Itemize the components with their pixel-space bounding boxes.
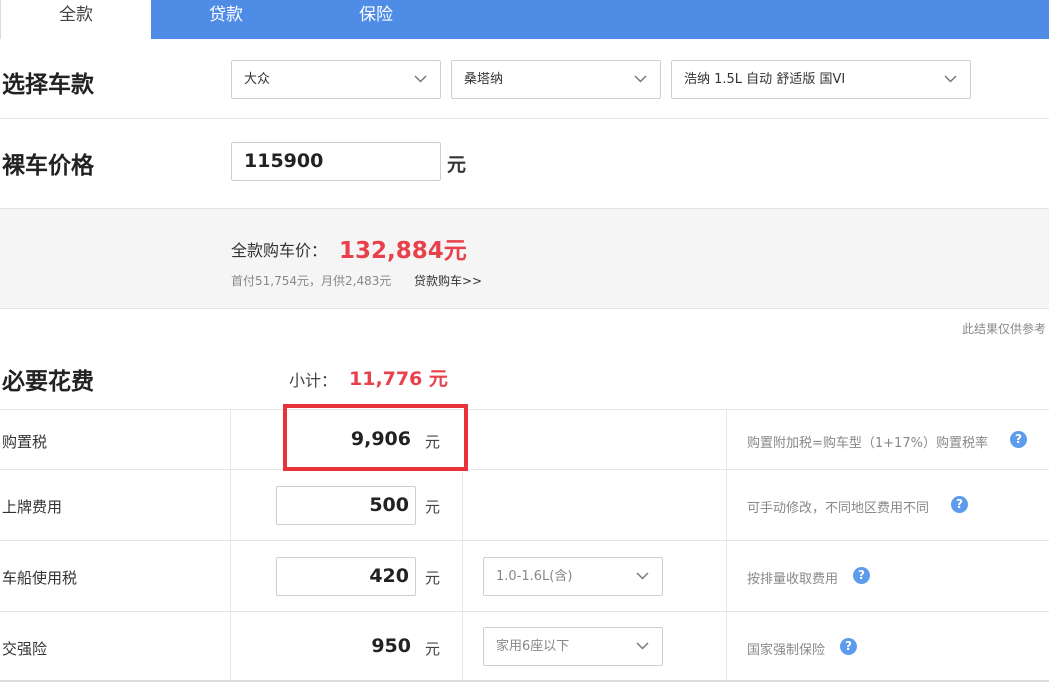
column-divider	[462, 469, 463, 681]
full-price-summary: 全款购车价： 132,884元 首付51,754元，月供2,483元 贷款购车>…	[0, 208, 1049, 309]
chevron-down-icon	[414, 72, 427, 85]
series-select[interactable]: 桑塔纳	[451, 60, 661, 99]
table-row-label: 车船使用税	[2, 569, 78, 587]
reference-note: 此结果仅供参考	[961, 322, 1046, 336]
vehicle-tax-unit: 元	[425, 569, 441, 587]
subtotal-label: 小计：	[289, 371, 338, 390]
divider	[0, 118, 1049, 119]
tab-full-payment[interactable]: 全款	[0, 0, 151, 39]
seat-type-select-value: 家用6座以下	[496, 639, 570, 654]
compulsory-insurance-hint: 国家强制保险	[747, 643, 826, 658]
compulsory-insurance-unit: 元	[425, 640, 441, 658]
table-divider	[0, 611, 1049, 612]
chevron-down-icon	[636, 639, 649, 652]
table-row-label: 上牌费用	[2, 498, 63, 516]
displacement-select-value: 1.0-1.6L(含)	[496, 569, 573, 584]
tab-insurance[interactable]: 保险	[301, 0, 451, 39]
model-select-value: 浩纳 1.5L 自动 舒适版 国VI	[684, 72, 846, 87]
license-fee-unit: 元	[425, 498, 441, 516]
purchase-tax-hint: 购置附加税=购车型（1+17%）购置税率	[747, 436, 988, 451]
brand-select[interactable]: 大众	[231, 60, 441, 99]
vehicle-tax-input[interactable]: 420	[276, 557, 416, 596]
question-circle-icon[interactable]: ?	[951, 496, 968, 513]
license-fee-hint: 可手动修改，不同地区费用不同	[747, 501, 930, 516]
brand-select-value: 大众	[244, 72, 271, 87]
full-price-value: 132,884元	[339, 238, 467, 264]
chevron-down-icon	[636, 569, 649, 582]
bare-price-title: 裸车价格	[2, 153, 94, 179]
table-divider	[0, 540, 1049, 541]
question-circle-icon[interactable]: ?	[1010, 431, 1027, 448]
loan-purchase-link[interactable]: 贷款购车>>	[414, 272, 482, 289]
series-select-value: 桑塔纳	[464, 72, 504, 87]
tab-bar: 全款 贷款 保险	[0, 0, 1049, 39]
question-circle-icon[interactable]: ?	[853, 567, 870, 584]
column-divider	[726, 409, 727, 681]
table-divider	[0, 469, 1049, 470]
tab-loan[interactable]: 贷款	[151, 0, 301, 39]
chevron-down-icon	[944, 72, 957, 85]
highlight-box	[283, 404, 468, 471]
question-circle-icon[interactable]: ?	[840, 638, 857, 655]
chevron-down-icon	[634, 72, 647, 85]
column-divider	[230, 409, 231, 681]
bare-price-unit: 元	[447, 154, 467, 176]
required-costs-title: 必要花费	[2, 369, 94, 395]
full-price-label: 全款购车价：	[231, 241, 328, 260]
seat-type-select[interactable]: 家用6座以下	[483, 627, 663, 666]
vehicle-tax-hint: 按排量收取费用	[747, 572, 839, 587]
compulsory-insurance-value: 950	[371, 635, 411, 657]
table-divider	[0, 680, 1049, 682]
select-car-title: 选择车款	[2, 72, 94, 98]
table-row-label: 购置税	[2, 433, 48, 451]
bare-price-input[interactable]: 115900	[231, 142, 441, 181]
displacement-select[interactable]: 1.0-1.6L(含)	[483, 557, 663, 596]
down-payment-monthly: 首付51,754元，月供2,483元	[231, 274, 392, 288]
subtotal-value: 11,776 元	[349, 368, 448, 390]
license-fee-input[interactable]: 500	[276, 486, 416, 525]
table-divider	[0, 409, 1049, 410]
model-select[interactable]: 浩纳 1.5L 自动 舒适版 国VI	[671, 60, 971, 99]
table-row-label: 交强险	[2, 640, 48, 658]
